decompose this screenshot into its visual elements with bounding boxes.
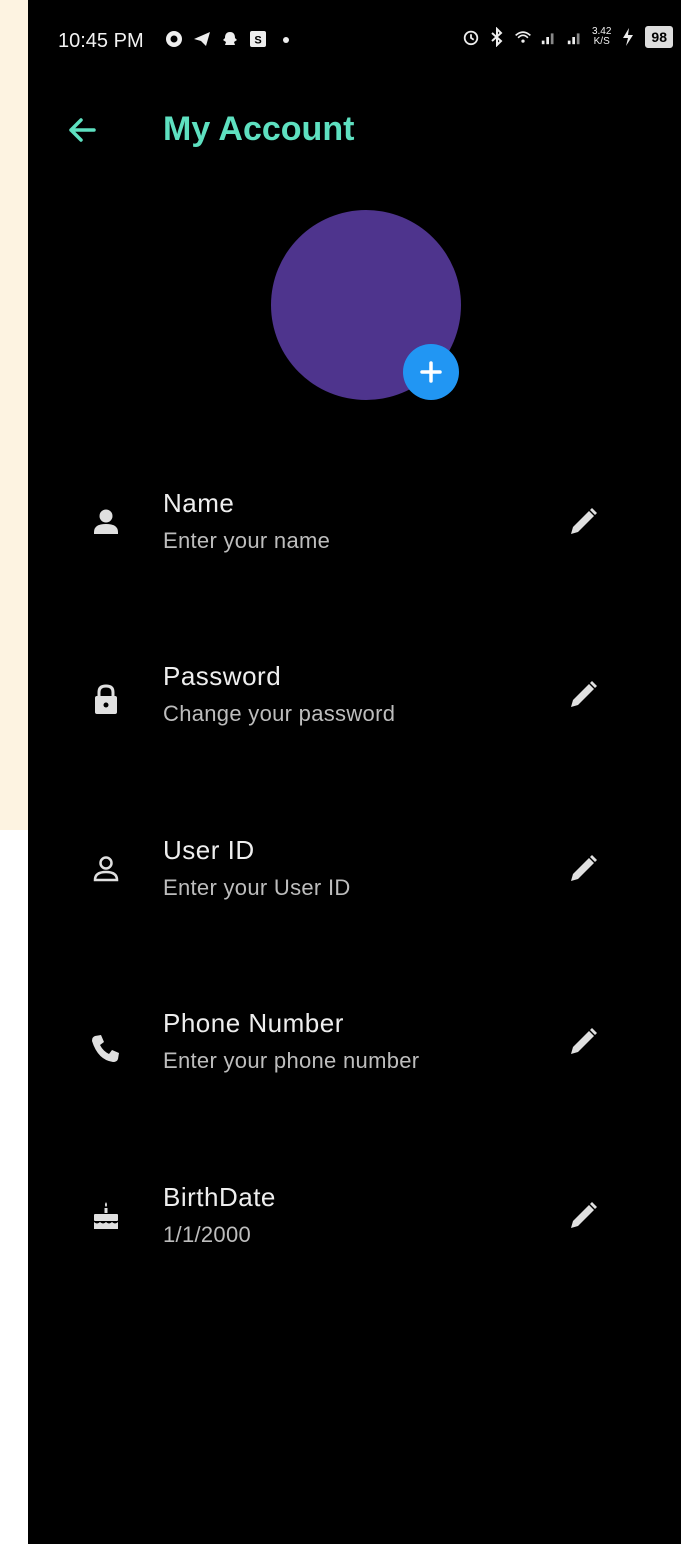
notification-icons: S [165,30,295,48]
pencil-icon [571,508,597,534]
net-speed-unit: K/S [593,36,610,47]
field-value: 1/1/2000 [163,1222,252,1247]
field-value: Enter your name [163,528,331,553]
field-label: Phone Number [163,1008,344,1038]
battery-indicator: 98 [645,26,673,48]
arrow-back-icon [69,118,96,142]
status-time: 10:45 PM [58,30,144,52]
phone-screen: 10:45 PM S 3.42 K/S 98 My Account Name E… [28,0,681,1544]
cake-icon [86,1196,126,1236]
edit-password-button[interactable] [563,675,603,715]
pencil-icon [571,855,597,881]
signal-icon [540,28,558,46]
plus-icon [420,361,442,383]
back-button[interactable] [62,110,102,150]
svg-text:S: S [254,35,261,47]
field-value: Change your password [163,701,396,726]
edit-phone-number-button[interactable] [563,1022,603,1062]
system-icons: 3.42 K/S 98 [462,26,673,48]
phone-icon [86,1028,126,1068]
person-icon [86,502,126,542]
pencil-icon [571,1202,597,1228]
field-name[interactable]: Name Enter your name [28,488,681,588]
charging-icon [619,28,637,46]
field-label: BirthDate [163,1182,276,1212]
page-title: My Account [163,110,355,148]
alarm-icon [462,28,480,46]
field-label: Password [163,661,282,691]
field-birthdate[interactable]: BirthDate 1/1/2000 [28,1182,681,1282]
lock-icon [86,679,126,719]
telegram-icon [193,30,211,48]
status-bar: 10:45 PM S 3.42 K/S 98 [28,0,681,88]
field-value: Enter your User ID [163,875,351,900]
dot-icon [277,30,295,48]
chrome-icon [165,30,183,48]
snapchat-icon [221,30,239,48]
field-user-id[interactable]: User ID Enter your User ID [28,835,681,935]
outer-background-patch [0,830,28,1544]
app-s-icon: S [249,30,267,48]
wifi-icon [514,28,532,46]
field-phone-number[interactable]: Phone Number Enter your phone number [28,1008,681,1108]
edit-user-id-button[interactable] [563,849,603,889]
pencil-icon [571,1028,597,1054]
pencil-icon [571,681,597,707]
field-label: Name [163,488,235,518]
app-bar: My Account [28,100,681,160]
signal-icon [566,28,584,46]
edit-name-button[interactable] [563,502,603,542]
person-outline-icon [86,849,126,889]
net-speed: 3.42 K/S [592,27,611,47]
bluetooth-icon [488,27,506,47]
field-label: User ID [163,835,255,865]
field-password[interactable]: Password Change your password [28,661,681,761]
add-photo-button[interactable] [403,344,459,400]
field-value: Enter your phone number [163,1048,420,1073]
edit-birthdate-button[interactable] [563,1196,603,1236]
